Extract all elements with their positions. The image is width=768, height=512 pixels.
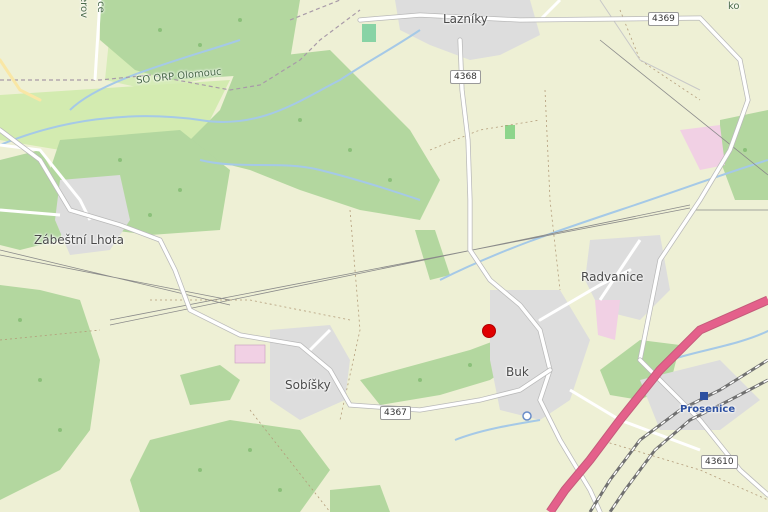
place-label-buk: Buk bbox=[506, 365, 529, 379]
edge-text-top-left-a: erov bbox=[78, 0, 90, 19]
place-label-lazniky: Lazníky bbox=[443, 12, 488, 26]
place-label-sobisky: Sobíšky bbox=[285, 378, 331, 392]
edge-text-top-right: ko bbox=[728, 1, 740, 12]
road-shield-4368: 4368 bbox=[450, 70, 481, 84]
road-shield-4367: 4367 bbox=[380, 406, 411, 420]
edge-text-top-left-b: ce bbox=[94, 1, 106, 13]
road-shield-4369: 4369 bbox=[648, 12, 679, 26]
road-shield-43610: 43610 bbox=[701, 455, 738, 469]
location-marker[interactable] bbox=[482, 324, 496, 338]
place-label-zabestni-lhota: Zábeštní Lhota bbox=[34, 233, 124, 247]
poi-icon bbox=[522, 411, 532, 421]
map-canvas[interactable]: Lazníky Zábeštní Lhota Radvanice Sobíšky… bbox=[0, 0, 768, 512]
place-label-radvanice: Radvanice bbox=[581, 270, 644, 284]
station-icon bbox=[700, 392, 708, 400]
station-label-prosenice: Prosenice bbox=[680, 404, 736, 415]
map-base-layer bbox=[0, 0, 768, 512]
